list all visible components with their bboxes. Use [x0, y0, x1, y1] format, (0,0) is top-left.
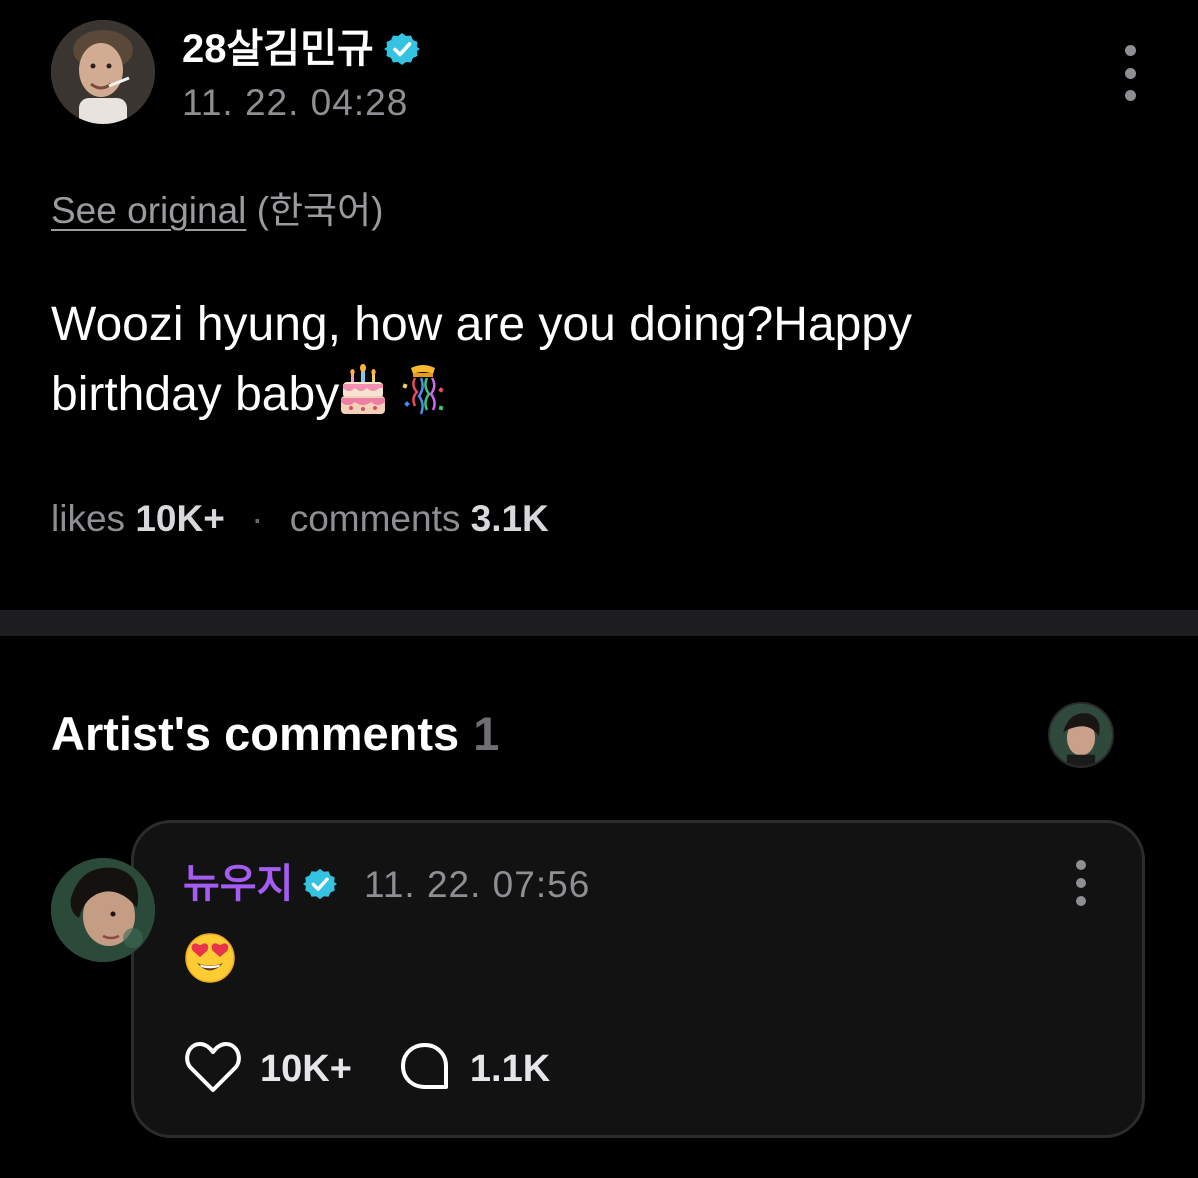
- commenter-avatar[interactable]: [51, 858, 155, 962]
- author-name[interactable]: 28살김민규: [182, 25, 420, 73]
- verified-badge-icon: [383, 31, 420, 67]
- comment-actions: 10K+ 1.1K: [184, 1040, 550, 1099]
- more-dot: [1076, 878, 1086, 888]
- more-dot: [1124, 90, 1136, 101]
- more-dot: [1124, 67, 1136, 79]
- commenter-name[interactable]: 뉴우지: [183, 860, 338, 908]
- author-name-text: 28살김민규: [182, 27, 374, 71]
- commenter-name-text: 뉴우지: [183, 862, 294, 906]
- stats-separator: ·: [251, 498, 264, 539]
- speech-bubble-icon: [398, 1040, 452, 1099]
- translation-row: See original (한국어): [51, 188, 383, 234]
- author-avatar-image: [51, 20, 155, 124]
- confetti-icon: [397, 364, 449, 436]
- more-dot: [1076, 896, 1086, 906]
- comment-reply-count: 1.1K: [469, 1048, 551, 1090]
- verified-badge-icon: [303, 867, 338, 901]
- heart-icon: [184, 1040, 242, 1099]
- heart-eyes-emoji-icon: [184, 932, 236, 984]
- comment-like-count: 10K+: [260, 1048, 352, 1090]
- more-vertical-icon: [1076, 860, 1086, 870]
- comments-count[interactable]: 3.1K: [471, 498, 549, 539]
- post-text-line-2: birthday baby: [51, 368, 340, 421]
- comments-label: comments: [289, 498, 461, 539]
- comment-more-options-button[interactable]: [1066, 860, 1096, 906]
- section-divider: [0, 610, 1198, 636]
- post-timestamp: 11. 22. 04:28: [182, 82, 409, 123]
- original-language-label: (한국어): [256, 190, 384, 231]
- comment-timestamp: 11. 22. 07:56: [364, 864, 591, 905]
- artist-comments-count: 1: [473, 707, 500, 760]
- artist-comments-heading: Artist's comments 1: [51, 706, 499, 762]
- comment-reply-button[interactable]: 1.1K: [398, 1040, 550, 1099]
- birthday-cake-icon: [339, 364, 387, 436]
- likes-count[interactable]: 10K+: [135, 498, 224, 539]
- artist-avatar-small-image: [1050, 704, 1112, 766]
- post-text-line-1: Woozi hyung, how are you doing?Happy: [51, 298, 912, 351]
- commenter-avatar-image: [51, 858, 155, 962]
- artist-comments-title: Artist's comments: [51, 707, 460, 760]
- post-text: Woozi hyung, how are you doing?Happy bir…: [51, 290, 1131, 436]
- post-stats: likes 10K+ · comments 3.1K: [51, 496, 549, 542]
- comment-like-button[interactable]: 10K+: [184, 1040, 352, 1099]
- author-avatar[interactable]: [51, 20, 155, 124]
- likes-label: likes: [51, 498, 126, 539]
- see-original-link[interactable]: See original: [51, 190, 246, 231]
- artist-avatar-small[interactable]: [1048, 702, 1114, 768]
- post-more-options-button[interactable]: [1115, 45, 1145, 101]
- more-vertical-icon: [1124, 45, 1136, 56]
